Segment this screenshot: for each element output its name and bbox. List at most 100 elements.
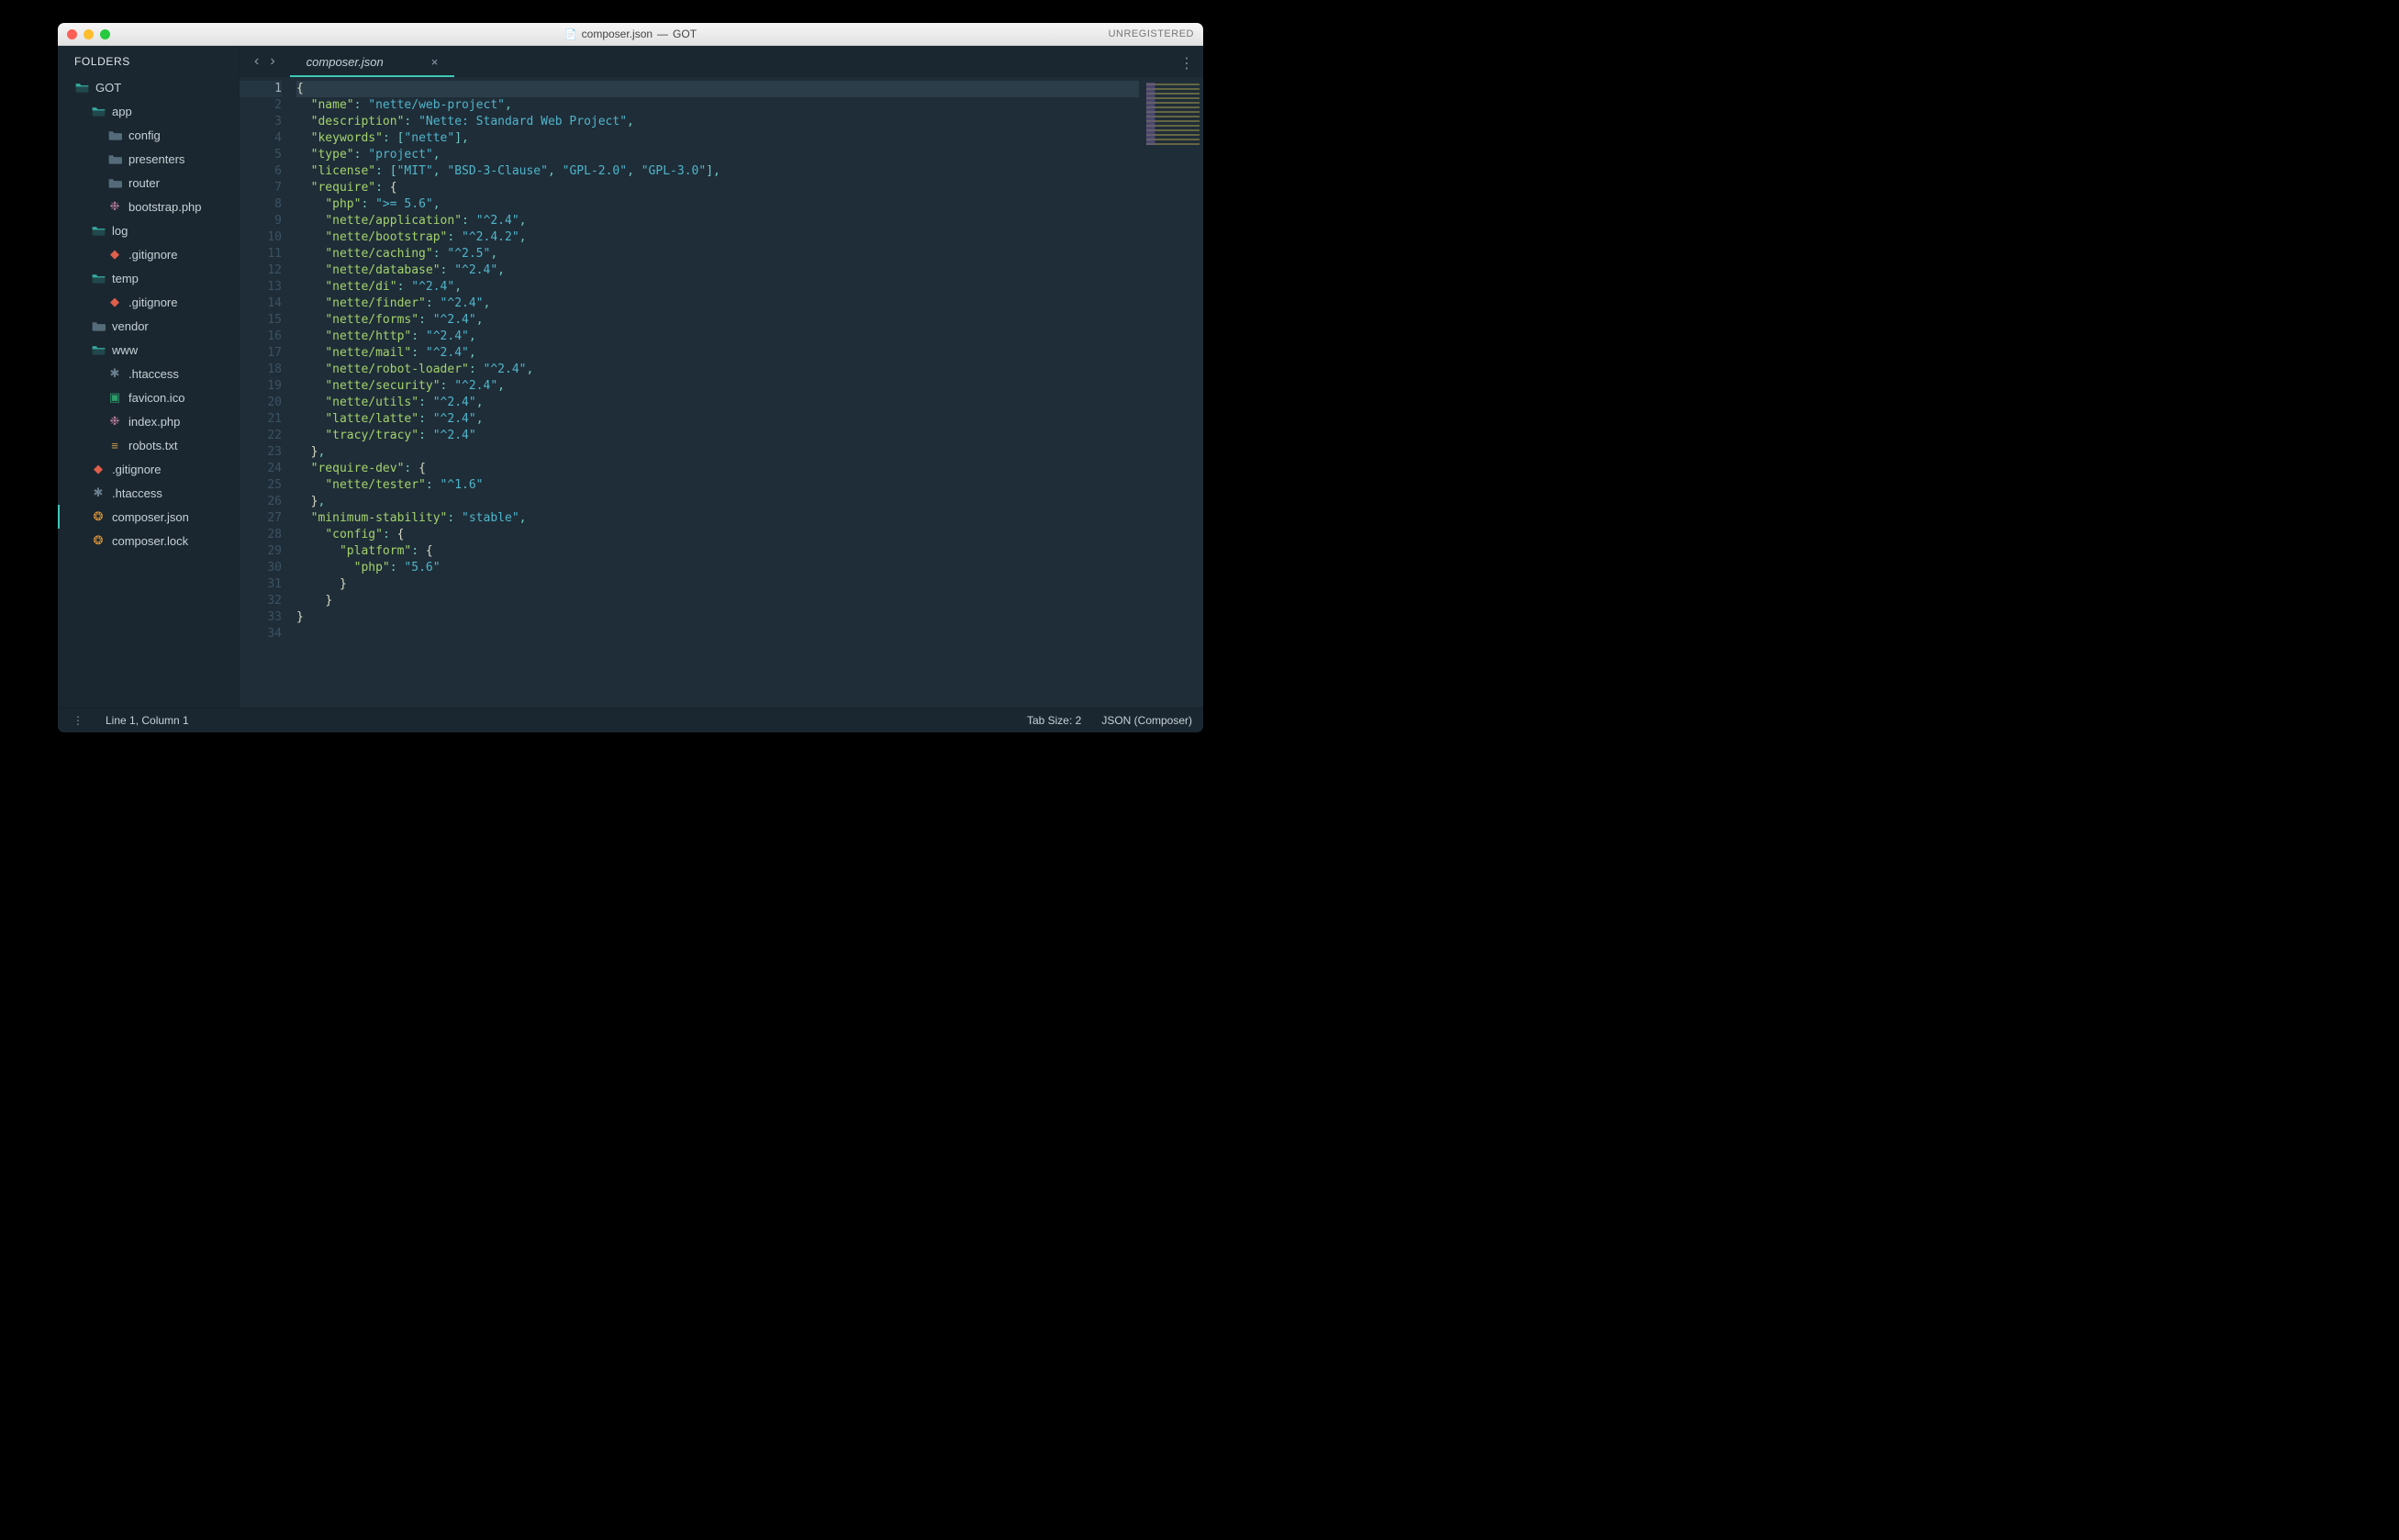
code-line[interactable]: "nette/utils": "^2.4",: [296, 395, 1139, 411]
code-line[interactable]: "latte/latte": "^2.4",: [296, 411, 1139, 428]
line-number[interactable]: 21: [240, 411, 282, 428]
code-line[interactable]: "nette/robot-loader": "^2.4",: [296, 362, 1139, 378]
tree-item[interactable]: ◆.gitignore: [58, 457, 239, 481]
code-line[interactable]: },: [296, 444, 1139, 461]
code-line[interactable]: "nette/forms": "^2.4",: [296, 312, 1139, 329]
code-line[interactable]: "nette/tester": "^1.6": [296, 477, 1139, 494]
code-line[interactable]: "description": "Nette: Standard Web Proj…: [296, 114, 1139, 130]
code-line[interactable]: },: [296, 494, 1139, 510]
line-number[interactable]: 7: [240, 180, 282, 196]
tree-item[interactable]: config: [58, 123, 239, 147]
tree-item[interactable]: log: [58, 218, 239, 242]
line-number[interactable]: 14: [240, 296, 282, 312]
line-number[interactable]: 3: [240, 114, 282, 130]
code-line[interactable]: "nette/caching": "^2.5",: [296, 246, 1139, 262]
code-line[interactable]: "nette/database": "^2.4",: [296, 262, 1139, 279]
tab-size-selector[interactable]: Tab Size: 2: [1027, 714, 1081, 727]
line-number[interactable]: 1: [240, 81, 282, 97]
line-number[interactable]: 9: [240, 213, 282, 229]
tab-composer-json[interactable]: composer.json ×: [290, 46, 455, 77]
code-line[interactable]: {: [296, 81, 1139, 97]
line-number[interactable]: 15: [240, 312, 282, 329]
line-number[interactable]: 26: [240, 494, 282, 510]
tree-item[interactable]: presenters: [58, 147, 239, 171]
line-number[interactable]: 33: [240, 609, 282, 626]
tabbar-menu-icon[interactable]: ⋮: [1179, 54, 1194, 73]
code-line[interactable]: "require": {: [296, 180, 1139, 196]
line-number[interactable]: 11: [240, 246, 282, 262]
tree-item[interactable]: ◆.gitignore: [58, 290, 239, 314]
code-line[interactable]: "license": ["MIT", "BSD-3-Clause", "GPL-…: [296, 163, 1139, 180]
tree-item[interactable]: temp: [58, 266, 239, 290]
code-line[interactable]: }: [296, 609, 1139, 626]
tree-item[interactable]: ◆.gitignore: [58, 242, 239, 266]
tree-item[interactable]: ✱.htaccess: [58, 362, 239, 385]
line-number[interactable]: 19: [240, 378, 282, 395]
maximize-window-button[interactable]: [100, 29, 110, 39]
code-line[interactable]: "nette/bootstrap": "^2.4.2",: [296, 229, 1139, 246]
line-number[interactable]: 12: [240, 262, 282, 279]
nav-forward-button[interactable]: ›: [270, 53, 274, 70]
code-line[interactable]: "name": "nette/web-project",: [296, 97, 1139, 114]
line-number[interactable]: 13: [240, 279, 282, 296]
tree-item[interactable]: ❉index.php: [58, 409, 239, 433]
line-number[interactable]: 8: [240, 196, 282, 213]
code-line[interactable]: "type": "project",: [296, 147, 1139, 163]
code-line[interactable]: "php": ">= 5.6",: [296, 196, 1139, 213]
tree-item[interactable]: router: [58, 171, 239, 195]
code-line[interactable]: [296, 626, 1139, 642]
tree-item[interactable]: ❂composer.json: [58, 505, 239, 529]
close-window-button[interactable]: [67, 29, 77, 39]
nav-back-button[interactable]: ‹: [254, 53, 259, 70]
cursor-position[interactable]: Line 1, Column 1: [106, 714, 189, 727]
line-number[interactable]: 34: [240, 626, 282, 642]
tab-close-button[interactable]: ×: [431, 55, 439, 69]
code-editor[interactable]: { "name": "nette/web-project", "descript…: [291, 77, 1139, 708]
tree-item[interactable]: GOT: [58, 75, 239, 99]
line-number[interactable]: 25: [240, 477, 282, 494]
tree-item[interactable]: ❉bootstrap.php: [58, 195, 239, 218]
code-line[interactable]: "nette/http": "^2.4",: [296, 329, 1139, 345]
tree-item[interactable]: ▣favicon.ico: [58, 385, 239, 409]
minimap[interactable]: [1139, 77, 1203, 708]
line-number[interactable]: 6: [240, 163, 282, 180]
line-number[interactable]: 16: [240, 329, 282, 345]
code-line[interactable]: "nette/application": "^2.4",: [296, 213, 1139, 229]
code-line[interactable]: "tracy/tracy": "^2.4": [296, 428, 1139, 444]
code-line[interactable]: }: [296, 593, 1139, 609]
line-number[interactable]: 28: [240, 527, 282, 543]
line-number[interactable]: 5: [240, 147, 282, 163]
minimize-window-button[interactable]: [84, 29, 94, 39]
line-number[interactable]: 29: [240, 543, 282, 560]
code-line[interactable]: "php": "5.6": [296, 560, 1139, 576]
line-number[interactable]: 27: [240, 510, 282, 527]
tree-item[interactable]: vendor: [58, 314, 239, 338]
code-line[interactable]: "config": {: [296, 527, 1139, 543]
code-line[interactable]: "platform": {: [296, 543, 1139, 560]
line-number[interactable]: 32: [240, 593, 282, 609]
code-line[interactable]: "keywords": ["nette"],: [296, 130, 1139, 147]
code-line[interactable]: "nette/finder": "^2.4",: [296, 296, 1139, 312]
line-number-gutter[interactable]: 1234567891011121314151617181920212223242…: [240, 77, 291, 708]
code-line[interactable]: "nette/security": "^2.4",: [296, 378, 1139, 395]
code-line[interactable]: }: [296, 576, 1139, 593]
code-line[interactable]: "nette/mail": "^2.4",: [296, 345, 1139, 362]
tree-item[interactable]: ✱.htaccess: [58, 481, 239, 505]
line-number[interactable]: 18: [240, 362, 282, 378]
line-number[interactable]: 22: [240, 428, 282, 444]
tree-item[interactable]: ≡robots.txt: [58, 433, 239, 457]
line-number[interactable]: 24: [240, 461, 282, 477]
line-number[interactable]: 30: [240, 560, 282, 576]
tree-item[interactable]: www: [58, 338, 239, 362]
tree-item[interactable]: app: [58, 99, 239, 123]
code-line[interactable]: "require-dev": {: [296, 461, 1139, 477]
line-number[interactable]: 10: [240, 229, 282, 246]
code-line[interactable]: "nette/di": "^2.4",: [296, 279, 1139, 296]
syntax-selector[interactable]: JSON (Composer): [1101, 714, 1192, 727]
line-number[interactable]: 31: [240, 576, 282, 593]
line-number[interactable]: 4: [240, 130, 282, 147]
line-number[interactable]: 2: [240, 97, 282, 114]
tree-item[interactable]: ❂composer.lock: [58, 529, 239, 552]
line-number[interactable]: 20: [240, 395, 282, 411]
line-number[interactable]: 17: [240, 345, 282, 362]
